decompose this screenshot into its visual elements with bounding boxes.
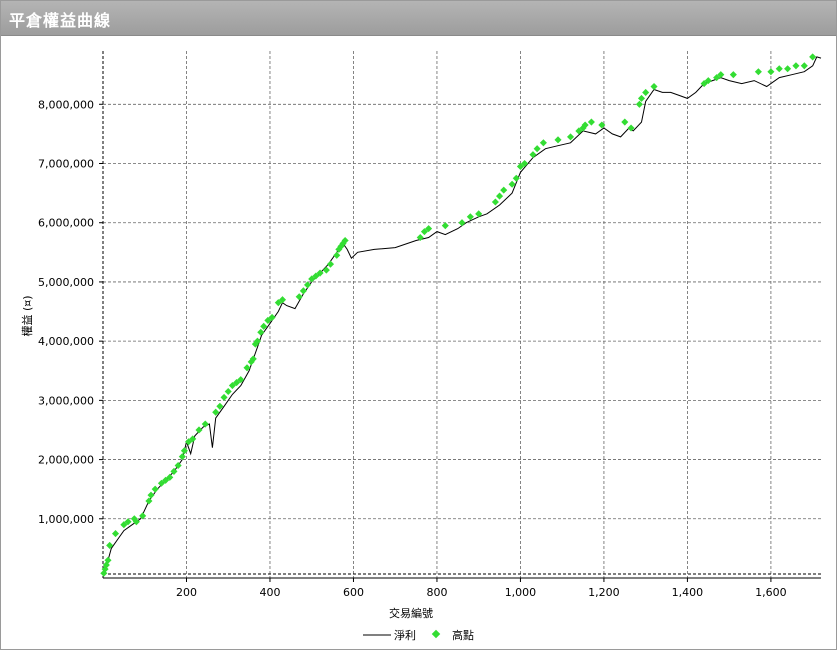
x-tick-label: 400 (259, 586, 280, 599)
y-tick-label: 4,000,000 (38, 335, 94, 348)
y-tick-label: 3,000,000 (38, 394, 94, 407)
x-tick-label: 600 (343, 586, 364, 599)
x-tick-label: 800 (426, 586, 447, 599)
y-tick-label: 8,000,000 (38, 98, 94, 111)
y-tick-label: 2,000,000 (38, 454, 94, 467)
y-tick-label: 5,000,000 (38, 276, 94, 289)
x-tick-label: 200 (176, 586, 197, 599)
y-tick-label: 6,000,000 (38, 217, 94, 230)
legend-marker-swatch (431, 629, 441, 639)
y-axis-label: 權益 (¤) (20, 295, 34, 336)
plot-area (103, 51, 821, 578)
x-tick-label: 1,200 (588, 586, 620, 599)
x-axis-label: 交易編號 (389, 606, 433, 620)
legend-label-high: 高點 (452, 628, 474, 642)
legend-label-net: 淨利 (394, 629, 416, 642)
chart-window: 平倉權益曲線 1,000,000 2,000,000 3,000,000 4,000,… (0, 0, 837, 650)
x-tick-label: 1,600 (755, 586, 787, 599)
legend: 淨利 高點 (363, 628, 474, 642)
equity-chart: 1,000,000 2,000,000 3,000,000 4,000,000 5,00… (20, 51, 822, 642)
y-tick-label: 1,000,000 (38, 513, 94, 526)
x-tick-label: 1,400 (672, 586, 704, 599)
x-tick-label: 1,000 (505, 586, 537, 599)
y-tick-label: 7,000,000 (38, 158, 94, 171)
